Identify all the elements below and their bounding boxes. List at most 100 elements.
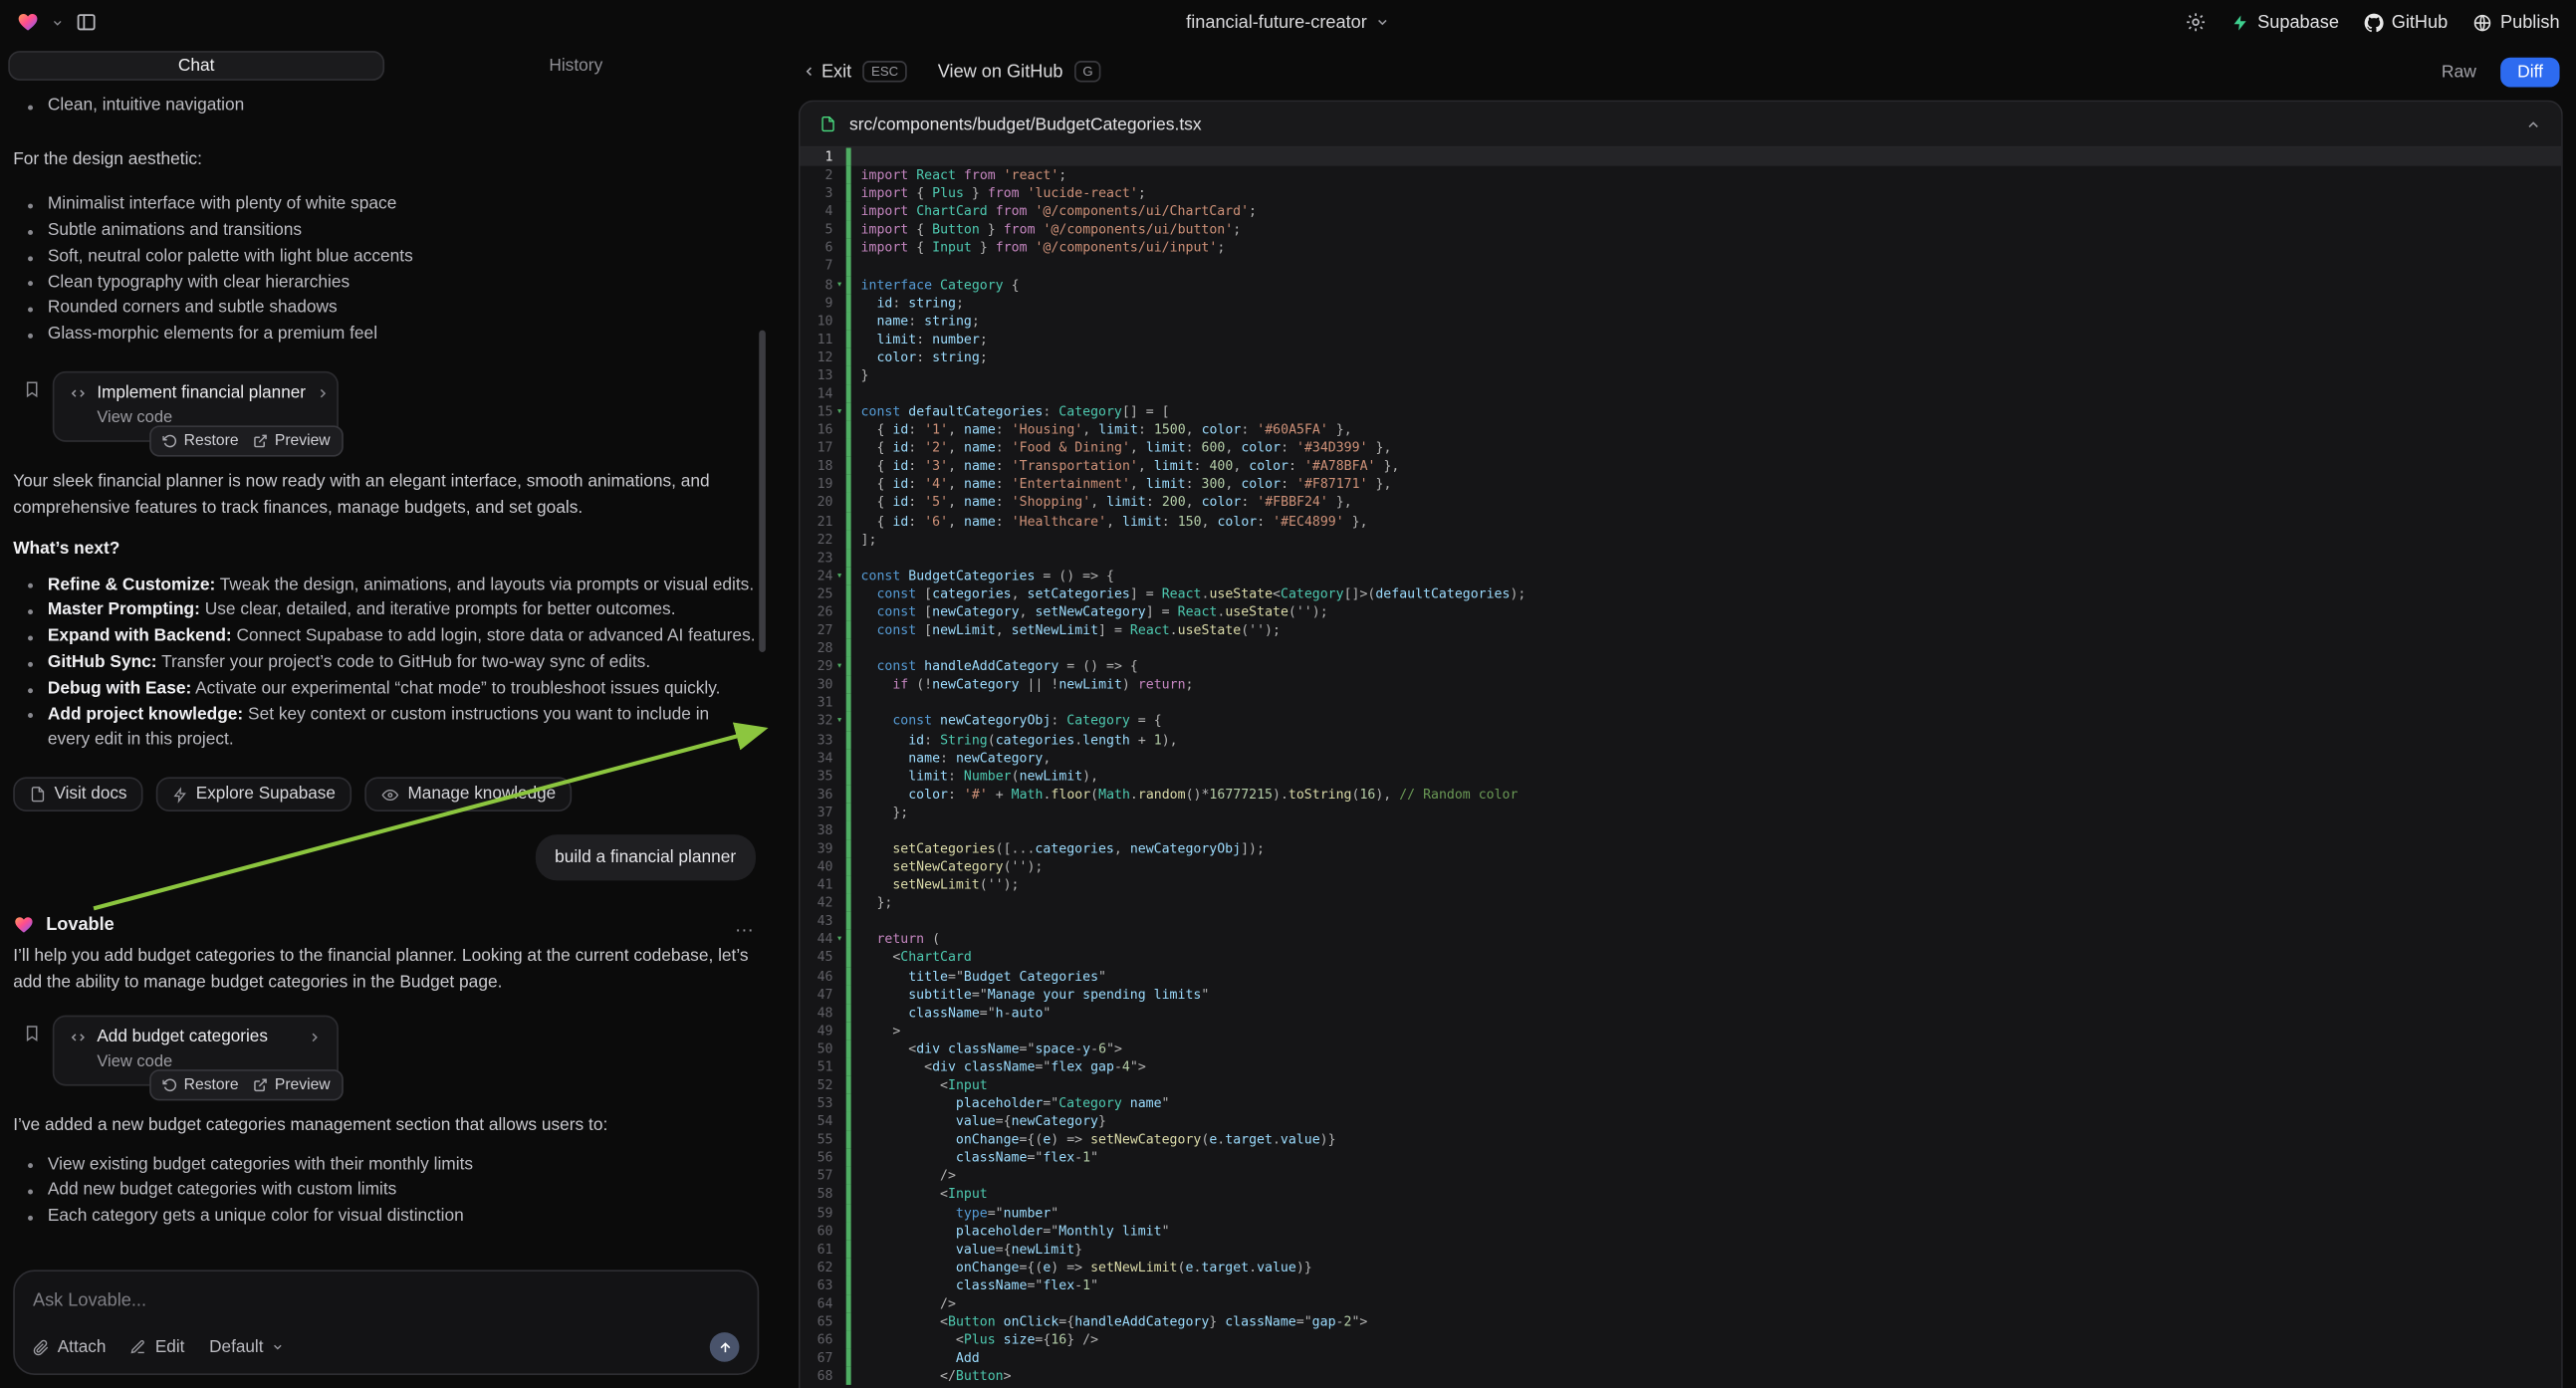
code-line[interactable]: 13} [801,366,2562,384]
fold-chevron-icon[interactable]: ▾ [832,657,845,675]
code-line[interactable]: 49 > [801,1022,2562,1040]
code-line[interactable]: 32▾ const newCategoryObj: Category = { [801,712,2562,730]
restore-button[interactable]: Restore [162,1076,238,1094]
code-line[interactable]: 55 onChange={(e) => setNewCategory(e.tar… [801,1130,2562,1148]
code-line[interactable]: 22]; [801,530,2562,548]
code-line[interactable]: 42 }; [801,894,2562,912]
project-switcher[interactable]: financial-future-creator [1186,12,1390,32]
code-line[interactable]: 28 [801,639,2562,657]
code-line[interactable]: 12 color: string; [801,348,2562,366]
code-line[interactable]: 8▾interface Category { [801,275,2562,293]
code-line[interactable]: 20 { id: '5', name: 'Shopping', limit: 2… [801,494,2562,512]
code-line[interactable]: 27 const [newLimit, setNewLimit] = React… [801,621,2562,639]
code-line[interactable]: 25 const [categories, setCategories] = R… [801,584,2562,602]
code-line[interactable]: 1 [801,147,2562,165]
code-line[interactable]: 52 <Input [801,1076,2562,1094]
code-line[interactable]: 51 <div className="flex gap-4"> [801,1057,2562,1075]
code-line[interactable]: 23 [801,549,2562,567]
logo-menu-chevron-icon[interactable] [51,16,64,29]
exit-button[interactable]: Exit [802,62,851,82]
bookmark-icon[interactable] [23,379,41,399]
code-line[interactable]: 33 id: String(categories.length + 1), [801,730,2562,748]
code-line[interactable]: 24▾const BudgetCategories = () => { [801,567,2562,584]
code-line[interactable]: 41 setNewLimit(''); [801,876,2562,894]
restore-button[interactable]: Restore [162,432,238,450]
code-line[interactable]: 37 }; [801,803,2562,820]
code-line[interactable]: 45 <ChartCard [801,949,2562,967]
view-code-link[interactable]: View code [97,409,322,427]
code-line[interactable]: 67 Add [801,1349,2562,1367]
code-line[interactable]: 5import { Button } from '@/components/ui… [801,221,2562,239]
code-line[interactable]: 11 limit: number; [801,330,2562,347]
github-button[interactable]: GitHub [2364,12,2449,32]
send-button[interactable] [710,1332,740,1362]
code-line[interactable]: 17 { id: '2', name: 'Food & Dining', lim… [801,439,2562,457]
visit-docs-button[interactable]: Visit docs [13,778,143,812]
lovable-logo-icon[interactable] [16,12,39,33]
code-line[interactable]: 7 [801,257,2562,275]
code-line[interactable]: 26 const [newCategory, setNewCategory] =… [801,602,2562,620]
publish-button[interactable]: Publish [2472,12,2560,32]
code-line[interactable]: 9 id: string; [801,294,2562,312]
code-line[interactable]: 38 [801,821,2562,839]
edit-mode-button[interactable]: Edit [130,1338,184,1356]
code-line[interactable]: 18 { id: '3', name: 'Transportation', li… [801,457,2562,475]
diff-toggle-button[interactable]: Diff [2501,57,2560,87]
code-line[interactable]: 48 className="h-auto" [801,1004,2562,1022]
code-line[interactable]: 63 className="flex-1" [801,1276,2562,1294]
code-line[interactable]: 39 setCategories([...categories, newCate… [801,839,2562,857]
code-line[interactable]: 36 color: '#' + Math.floor(Math.random()… [801,785,2562,803]
toggle-sidebar-icon[interactable] [76,12,97,33]
code-line[interactable]: 21 { id: '6', name: 'Healthcare', limit:… [801,512,2562,530]
code-line[interactable]: 19 { id: '4', name: 'Entertainment', lim… [801,475,2562,493]
chat-message-list[interactable]: Clean, intuitive navigation For the desi… [0,84,772,1257]
code-line[interactable]: 50 <div className="space-y-6"> [801,1040,2562,1057]
code-line[interactable]: 44▾ return ( [801,930,2562,948]
code-editor[interactable]: 12import React from 'react';3import { Pl… [801,147,2562,1388]
code-line[interactable]: 29▾ const handleAddCategory = () => { [801,657,2562,675]
code-line[interactable]: 62 onChange={(e) => setNewLimit(e.target… [801,1258,2562,1275]
code-line[interactable]: 40 setNewCategory(''); [801,857,2562,875]
code-line[interactable]: 3import { Plus } from 'lucide-react'; [801,184,2562,202]
version-card-add-budget-categories[interactable]: Add budget categories View code Restore [53,1016,339,1086]
fold-chevron-icon[interactable]: ▾ [832,275,845,293]
code-line[interactable]: 35 limit: Number(newLimit), [801,767,2562,785]
view-on-github-button[interactable]: View on GitHub [938,62,1063,82]
tab-chat[interactable]: Chat [8,51,384,81]
view-code-link[interactable]: View code [97,1053,322,1071]
fold-chevron-icon[interactable]: ▾ [832,567,845,584]
file-header[interactable]: src/components/budget/BudgetCategories.t… [801,102,2562,147]
code-line[interactable]: 54 value={newCategory} [801,1112,2562,1130]
code-line[interactable]: 43 [801,912,2562,930]
preview-button[interactable]: Preview [253,1076,330,1094]
code-line[interactable]: 10 name: string; [801,312,2562,330]
code-line[interactable]: 16 { id: '1', name: 'Housing', limit: 15… [801,421,2562,439]
raw-toggle-button[interactable]: Raw [2429,57,2489,87]
attach-button[interactable]: Attach [33,1338,106,1356]
code-line[interactable]: 31 [801,694,2562,712]
bookmark-icon[interactable] [23,1024,41,1043]
code-line[interactable]: 66 <Plus size={16} /> [801,1331,2562,1349]
code-line[interactable]: 46 title="Budget Categories" [801,967,2562,985]
model-selector[interactable]: Default [209,1338,285,1356]
code-line[interactable]: 14 [801,384,2562,402]
collapse-chevron-up-icon[interactable] [2525,116,2541,131]
tab-history[interactable]: History [387,51,764,81]
code-line[interactable]: 57 /> [801,1167,2562,1185]
chat-input[interactable] [33,1291,739,1311]
version-card-implement-financial-planner[interactable]: Implement financial planner View code Re… [53,371,339,442]
code-line[interactable]: 64 /> [801,1294,2562,1312]
code-line[interactable]: 47 subtitle="Manage your spending limits… [801,985,2562,1003]
code-line[interactable]: 6import { Input } from '@/components/ui/… [801,239,2562,257]
settings-gear-icon[interactable] [2186,12,2207,33]
chevron-right-icon[interactable] [316,386,331,401]
manage-knowledge-button[interactable]: Manage knowledge [365,778,573,812]
chevron-right-icon[interactable] [308,1031,323,1045]
code-line[interactable]: 65 <Button onClick={handleAddCategory} c… [801,1312,2562,1330]
code-line[interactable]: 34 name: newCategory, [801,749,2562,767]
code-line[interactable]: 61 value={newLimit} [801,1240,2562,1258]
code-line[interactable]: 15▾const defaultCategories: Category[] =… [801,402,2562,420]
code-line[interactable]: 53 placeholder="Category name" [801,1094,2562,1112]
code-line[interactable]: 2import React from 'react'; [801,166,2562,184]
fold-chevron-icon[interactable]: ▾ [832,712,845,730]
